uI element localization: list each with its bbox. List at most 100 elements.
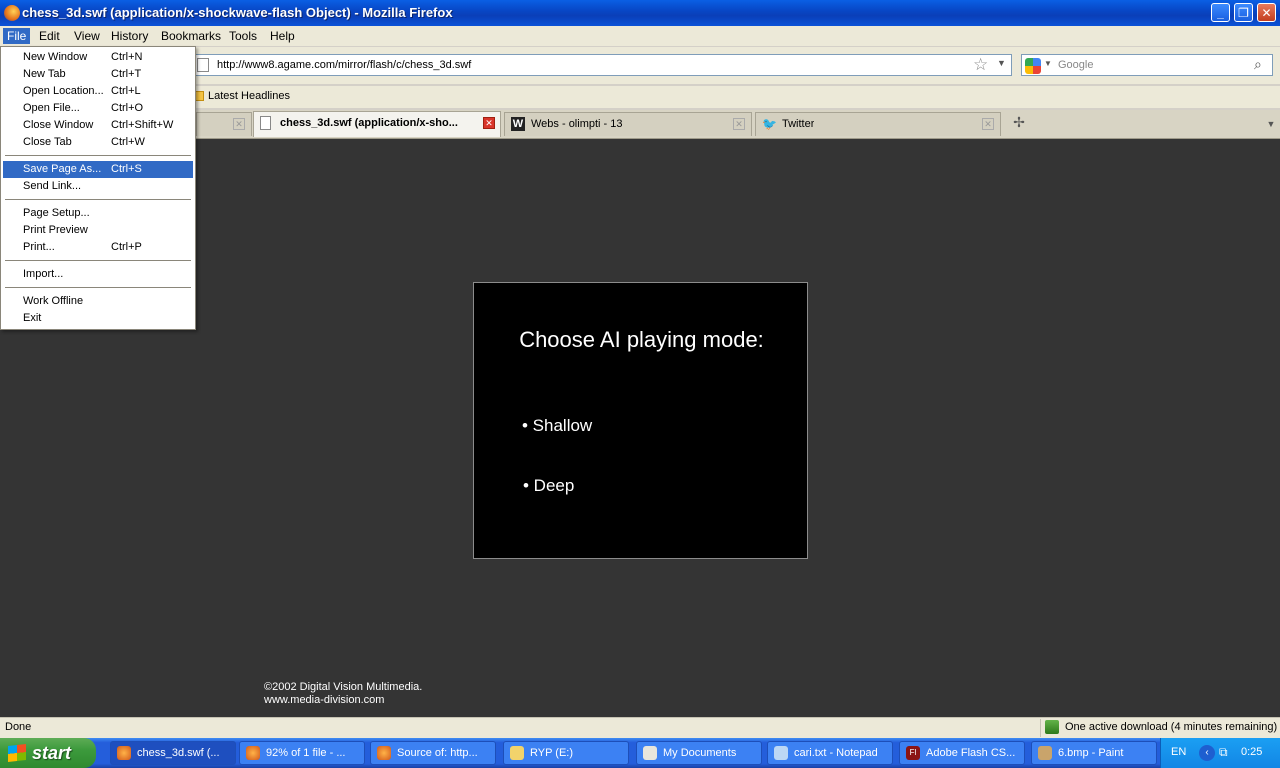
- menu-bookmarks[interactable]: Bookmarks: [157, 28, 225, 44]
- search-placeholder[interactable]: Google: [1058, 59, 1093, 71]
- taskbar-item-chess[interactable]: chess_3d.swf (...: [110, 741, 236, 765]
- menu-item-shortcut: Ctrl+T: [111, 68, 142, 80]
- taskbar-item-downloads[interactable]: 92% of 1 file - ...: [239, 741, 365, 765]
- menu-bar: File Edit View History Bookmarks Tools H…: [0, 26, 1280, 47]
- menu-help[interactable]: Help: [266, 28, 299, 44]
- firefox-icon: [117, 746, 131, 760]
- bookmark-star-icon[interactable]: ☆: [973, 55, 988, 75]
- network-icon[interactable]: ⧉: [1219, 745, 1235, 761]
- menu-item-label: Exit: [23, 312, 42, 324]
- menu-item-new-tab[interactable]: New Tab Ctrl+T: [3, 66, 193, 83]
- tab-close-icon[interactable]: ✕: [982, 118, 994, 130]
- taskbar-item-my-documents[interactable]: My Documents: [636, 741, 762, 765]
- menu-item-new-window[interactable]: New Window Ctrl+N: [3, 49, 193, 66]
- menu-item-exit[interactable]: Exit: [3, 310, 193, 327]
- maximize-button[interactable]: ❐: [1234, 3, 1253, 22]
- new-tab-icon[interactable]: ✢: [1008, 114, 1030, 134]
- menu-item-label: Save Page As...: [23, 163, 102, 175]
- menu-item-label: New Tab: [23, 68, 66, 80]
- taskbar-label: cari.txt - Notepad: [794, 747, 878, 759]
- option-deep[interactable]: • Deep: [523, 476, 574, 496]
- menu-file[interactable]: File: [3, 28, 31, 44]
- taskbar-item-ryp-drive[interactable]: RYP (E:): [503, 741, 629, 765]
- taskbar-item-flash[interactable]: Fl Adobe Flash CS...: [899, 741, 1025, 765]
- page-icon: [260, 116, 271, 130]
- menu-item-print[interactable]: Print... Ctrl+P: [3, 239, 193, 256]
- menu-tools[interactable]: Tools: [225, 28, 261, 44]
- window-title: chess_3d.swf (application/x-shockwave-fl…: [22, 5, 453, 20]
- documents-icon: [643, 746, 657, 760]
- page-icon: [197, 58, 209, 72]
- google-icon[interactable]: [1025, 58, 1041, 74]
- menu-item-label: New Window: [23, 51, 88, 63]
- tab-close-icon[interactable]: ✕: [233, 118, 245, 130]
- folder-icon: [510, 746, 524, 760]
- menu-item-label: Print...: [23, 241, 55, 253]
- menu-item-page-setup[interactable]: Page Setup...: [3, 205, 193, 222]
- menu-item-label: Close Window: [23, 119, 94, 131]
- search-icon[interactable]: ⌕: [1254, 56, 1262, 73]
- tab-webs[interactable]: W Webs - olimpti - 13 ✕: [504, 112, 752, 136]
- tab-close-icon[interactable]: ✕: [483, 117, 495, 129]
- paint-icon: [1038, 746, 1052, 760]
- tab-label: chess_3d.swf (application/x-sho...: [280, 117, 458, 129]
- ai-mode-heading: Choose AI playing mode:: [519, 327, 764, 352]
- search-box[interactable]: ▼ Google ⌕: [1021, 54, 1273, 76]
- start-button[interactable]: start: [0, 738, 96, 768]
- taskbar-item-notepad[interactable]: cari.txt - Notepad: [767, 741, 893, 765]
- tab-label: Twitter: [782, 118, 815, 130]
- status-text: Done: [5, 721, 32, 733]
- option-shallow[interactable]: • Shallow: [522, 416, 592, 436]
- menu-item-send-link[interactable]: Send Link...: [3, 178, 193, 195]
- menu-separator: [5, 287, 191, 289]
- windows-logo-icon: [8, 744, 26, 762]
- menu-item-label: Print Preview: [23, 224, 88, 236]
- menu-item-label: Import...: [23, 268, 64, 280]
- download-text[interactable]: One active download (4 minutes remaining…: [1065, 721, 1277, 733]
- title-bar[interactable]: chess_3d.swf (application/x-shockwave-fl…: [0, 0, 1280, 26]
- start-label: start: [32, 743, 72, 763]
- flash-app-icon: Fl: [906, 746, 920, 760]
- menu-item-shortcut: Ctrl+S: [111, 163, 142, 175]
- url-text[interactable]: http://www8.agame.com/mirror/flash/c/che…: [217, 59, 471, 71]
- taskbar-label: RYP (E:): [530, 747, 573, 759]
- firefox-icon: [377, 746, 391, 760]
- menu-item-close-window[interactable]: Close Window Ctrl+Shift+W: [3, 117, 193, 134]
- taskbar-label: Source of: http...: [397, 747, 478, 759]
- menu-item-import[interactable]: Import...: [3, 266, 193, 283]
- menu-item-work-offline[interactable]: Work Offline: [3, 293, 193, 310]
- close-button[interactable]: ✕: [1257, 3, 1276, 22]
- menu-item-open-location[interactable]: Open Location... Ctrl+L: [3, 83, 193, 100]
- menu-item-label: Send Link...: [23, 180, 82, 192]
- download-icon[interactable]: [1045, 720, 1059, 734]
- url-dropdown-icon[interactable]: ▼: [997, 58, 1006, 68]
- download-status[interactable]: One active download (4 minutes remaining…: [1040, 719, 1280, 737]
- taskbar-item-paint[interactable]: 6.bmp - Paint: [1031, 741, 1157, 765]
- flash-game[interactable]: Choose AI playing mode: • Shallow • Deep: [473, 282, 808, 559]
- twitter-icon: 🐦: [762, 117, 777, 131]
- search-engine-dropdown-icon[interactable]: ▼: [1044, 59, 1052, 68]
- menu-item-save-page-as[interactable]: Save Page As... Ctrl+S: [3, 161, 193, 178]
- tab-twitter[interactable]: 🐦 Twitter ✕: [755, 112, 1001, 136]
- taskbar-item-source[interactable]: Source of: http...: [370, 741, 496, 765]
- menu-item-print-preview[interactable]: Print Preview: [3, 222, 193, 239]
- bookmark-latest-headlines[interactable]: Latest Headlines: [208, 90, 290, 102]
- show-hidden-icons-icon[interactable]: ‹: [1199, 745, 1215, 761]
- copyright-text: ©2002 Digital Vision Multimedia.: [264, 681, 423, 693]
- menu-separator: [5, 199, 191, 201]
- menu-edit[interactable]: Edit: [35, 28, 64, 44]
- clock[interactable]: 0:25: [1241, 746, 1262, 758]
- tab-chess[interactable]: chess_3d.swf (application/x-sho... ✕: [253, 111, 501, 137]
- menu-item-open-file[interactable]: Open File... Ctrl+O: [3, 100, 193, 117]
- menu-history[interactable]: History: [107, 28, 152, 44]
- tab-hidden[interactable]: ✕: [196, 112, 252, 136]
- menu-view[interactable]: View: [70, 28, 104, 44]
- minimize-button[interactable]: _: [1211, 3, 1230, 22]
- tab-close-icon[interactable]: ✕: [733, 118, 745, 130]
- menu-item-label: Work Offline: [23, 295, 84, 307]
- menu-item-close-tab[interactable]: Close Tab Ctrl+W: [3, 134, 193, 151]
- tab-list-icon[interactable]: ▼: [1262, 114, 1280, 134]
- taskbar-label: chess_3d.swf (...: [137, 747, 220, 759]
- language-indicator[interactable]: EN: [1171, 746, 1186, 758]
- url-bar[interactable]: http://www8.agame.com/mirror/flash/c/che…: [192, 54, 1012, 76]
